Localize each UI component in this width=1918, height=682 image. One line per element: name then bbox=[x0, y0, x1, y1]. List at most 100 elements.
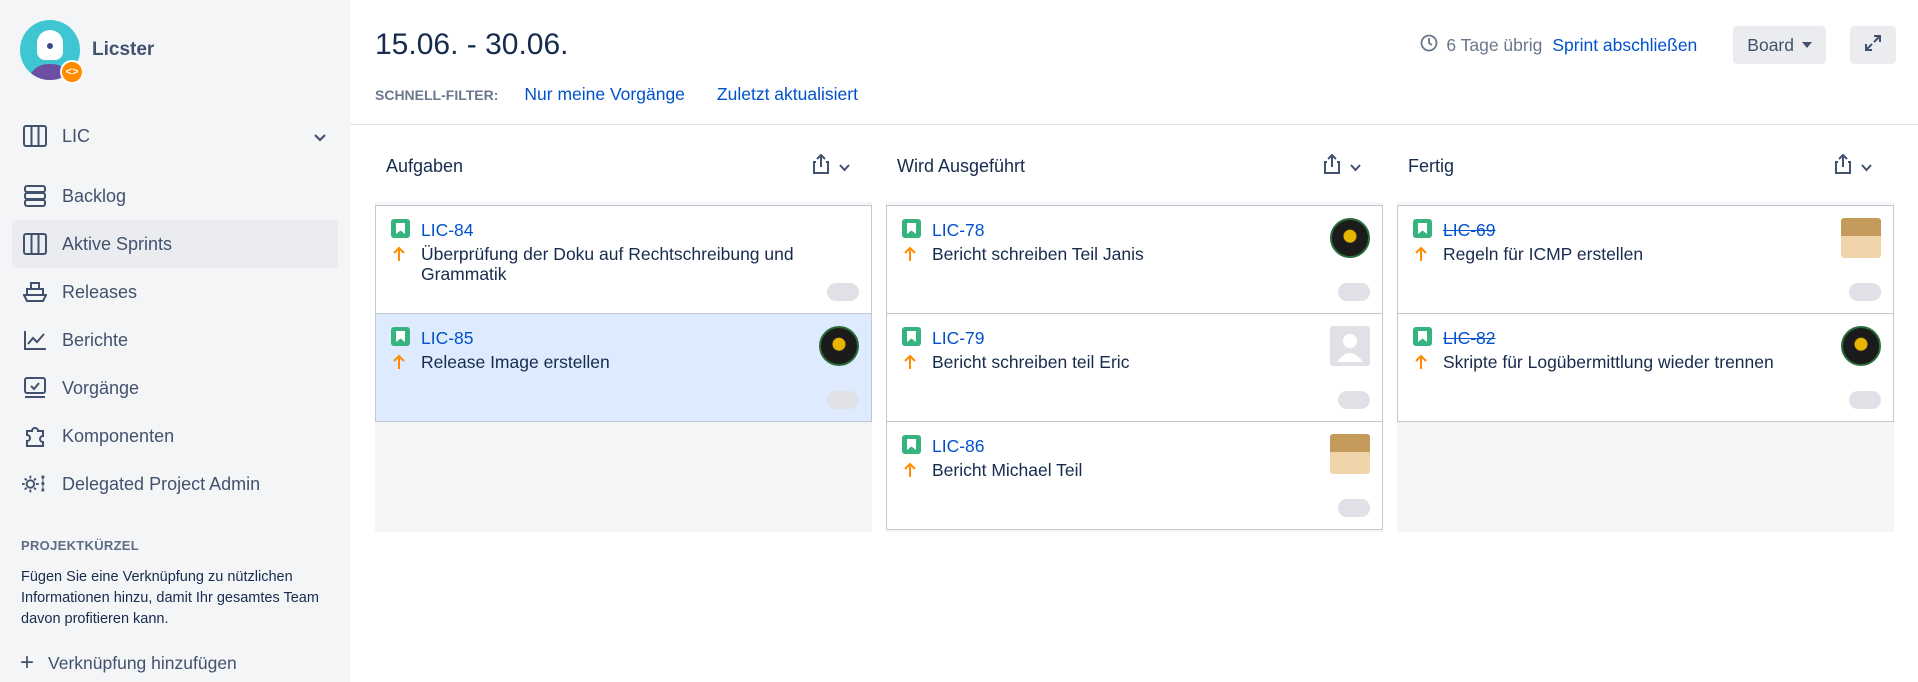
estimate-badge bbox=[1338, 391, 1370, 409]
estimate-badge bbox=[1338, 499, 1370, 517]
issue-card-lic-82[interactable]: LIC-82 Skripte für Logübermittlung wiede… bbox=[1397, 313, 1894, 422]
story-icon bbox=[391, 327, 410, 346]
column-actions[interactable] bbox=[1835, 153, 1872, 179]
chevron-down-icon bbox=[839, 156, 850, 177]
estimate-badge bbox=[1849, 391, 1881, 409]
sidebar-item-releases[interactable]: Releases bbox=[12, 268, 338, 316]
story-icon bbox=[1413, 219, 1432, 238]
assignee-avatar[interactable] bbox=[819, 326, 859, 366]
assignee-avatar[interactable] bbox=[1330, 326, 1370, 366]
assignee-avatar[interactable] bbox=[1841, 218, 1881, 258]
sidebar-item-issues[interactable]: Vorgänge bbox=[12, 364, 338, 412]
board-menu-button[interactable]: Board bbox=[1733, 26, 1826, 64]
header-actions: 6 Tage übrig Sprint abschließen Board bbox=[1420, 26, 1896, 64]
story-icon bbox=[1413, 327, 1432, 346]
issue-card-lic-85[interactable]: LIC-85 Release Image erstellen bbox=[375, 313, 872, 422]
issue-key[interactable]: LIC-85 bbox=[421, 328, 474, 349]
column-todo: Aufgaben LIC-84 Überprüfung der Doku auf… bbox=[375, 140, 872, 532]
filter-recently-updated[interactable]: Zuletzt aktualisiert bbox=[717, 84, 858, 105]
issue-summary: Bericht Michael Teil bbox=[932, 460, 1083, 480]
add-shortcut-label: Verknüpfung hinzufügen bbox=[48, 652, 237, 673]
admin-icon bbox=[22, 471, 48, 497]
issue-key[interactable]: LIC-84 bbox=[421, 220, 474, 241]
column-body: LIC-84 Überprüfung der Doku auf Rechtsch… bbox=[375, 202, 872, 532]
story-icon bbox=[902, 327, 921, 346]
issues-icon bbox=[22, 375, 48, 401]
assignee-avatar[interactable] bbox=[1330, 218, 1370, 258]
priority-high-icon bbox=[393, 354, 405, 375]
sidebar-item-label: Delegated Project Admin bbox=[62, 473, 261, 494]
board-selector-label: LIC bbox=[62, 125, 91, 146]
project-avatar: <> bbox=[20, 20, 84, 84]
priority-high-icon bbox=[904, 246, 916, 267]
chevron-down-icon bbox=[1350, 156, 1361, 177]
add-shortcut-link[interactable]: + Verknüpfung hinzufügen bbox=[20, 651, 237, 675]
story-icon bbox=[902, 219, 921, 238]
sidebar-item-reports[interactable]: Berichte bbox=[12, 316, 338, 364]
sidebar-item-active-sprints[interactable]: Aktive Sprints bbox=[12, 220, 338, 268]
board-selector[interactable]: LIC bbox=[12, 112, 338, 160]
column-header: Fertig bbox=[1397, 140, 1894, 192]
project-name: Licster bbox=[92, 39, 155, 60]
issue-summary: Bericht schreiben teil Eric bbox=[932, 352, 1130, 372]
issue-summary: Überprüfung der Doku auf Rechtschreibung… bbox=[421, 244, 794, 284]
complete-sprint-link[interactable]: Sprint abschließen bbox=[1552, 35, 1697, 56]
column-done: Fertig LIC-69 Regeln für ICMP erstellen … bbox=[1397, 140, 1894, 532]
share-icon bbox=[1835, 153, 1851, 179]
issue-summary: Release Image erstellen bbox=[421, 352, 610, 372]
estimate-badge bbox=[827, 283, 859, 301]
board-icon bbox=[22, 231, 48, 257]
issue-key[interactable]: LIC-79 bbox=[932, 328, 985, 349]
sidebar: <> Licster LIC Backlog Aktive Sprints Re… bbox=[0, 0, 350, 682]
column-title: Aufgaben bbox=[386, 155, 464, 176]
column-header: Wird Ausgeführt bbox=[886, 140, 1383, 192]
sidebar-item-delegated-admin[interactable]: Delegated Project Admin bbox=[12, 460, 338, 508]
sidebar-item-backlog[interactable]: Backlog bbox=[12, 172, 338, 220]
project-header[interactable]: <> Licster bbox=[20, 20, 155, 84]
issue-key[interactable]: LIC-86 bbox=[932, 436, 985, 457]
issue-card-lic-78[interactable]: LIC-78 Bericht schreiben Teil Janis bbox=[886, 205, 1383, 314]
estimate-badge bbox=[1338, 283, 1370, 301]
column-body: LIC-78 Bericht schreiben Teil Janis LIC-… bbox=[886, 202, 1383, 532]
column-header: Aufgaben bbox=[375, 140, 872, 192]
sidebar-item-label: Aktive Sprints bbox=[62, 233, 173, 254]
sidebar-item-label: Releases bbox=[62, 281, 138, 302]
sidebar-nav: LIC Backlog Aktive Sprints Releases Beri… bbox=[12, 112, 338, 508]
caret-down-icon bbox=[1802, 42, 1812, 48]
story-icon bbox=[902, 435, 921, 454]
sidebar-item-label: Backlog bbox=[62, 185, 127, 206]
column-title: Wird Ausgeführt bbox=[897, 155, 1026, 176]
issue-card-lic-84[interactable]: LIC-84 Überprüfung der Doku auf Rechtsch… bbox=[375, 205, 872, 314]
estimate-badge bbox=[1849, 283, 1881, 301]
shortcuts-title: PROJEKTKÜRZEL bbox=[21, 538, 140, 553]
sidebar-item-label: Vorgänge bbox=[62, 377, 140, 398]
priority-high-icon bbox=[393, 246, 405, 267]
board-icon bbox=[22, 123, 48, 149]
share-icon bbox=[813, 153, 829, 179]
sidebar-item-components[interactable]: Komponenten bbox=[12, 412, 338, 460]
header-divider bbox=[350, 124, 1918, 125]
issue-key[interactable]: LIC-78 bbox=[932, 220, 985, 241]
issue-key[interactable]: LIC-82 bbox=[1443, 328, 1496, 349]
filter-my-issues[interactable]: Nur meine Vorgänge bbox=[524, 84, 685, 105]
plus-icon: + bbox=[20, 649, 35, 676]
issue-card-lic-79[interactable]: LIC-79 Bericht schreiben teil Eric bbox=[886, 313, 1383, 422]
column-actions[interactable] bbox=[813, 153, 850, 179]
chart-icon bbox=[22, 327, 48, 353]
issue-card-lic-69[interactable]: LIC-69 Regeln für ICMP erstellen bbox=[1397, 205, 1894, 314]
assignee-avatar[interactable] bbox=[1330, 434, 1370, 474]
column-actions[interactable] bbox=[1324, 153, 1361, 179]
fullscreen-button[interactable] bbox=[1850, 26, 1896, 64]
column-body: LIC-69 Regeln für ICMP erstellen LIC-82 … bbox=[1397, 202, 1894, 532]
issue-card-lic-86[interactable]: LIC-86 Bericht Michael Teil bbox=[886, 421, 1383, 530]
column-title: Fertig bbox=[1408, 155, 1455, 176]
story-icon bbox=[391, 219, 410, 238]
days-remaining-text: 6 Tage übrig bbox=[1446, 34, 1543, 55]
page-title: 15.06. - 30.06. bbox=[375, 28, 569, 61]
estimate-badge bbox=[827, 391, 859, 409]
board-menu-label: Board bbox=[1747, 34, 1794, 55]
issue-key[interactable]: LIC-69 bbox=[1443, 220, 1496, 241]
shortcuts-description: Fügen Sie eine Verknüpfung zu nützlichen… bbox=[21, 569, 319, 627]
quick-filters: SCHNELL-FILTER: Nur meine Vorgänge Zulet… bbox=[375, 84, 890, 105]
assignee-avatar[interactable] bbox=[1841, 326, 1881, 366]
